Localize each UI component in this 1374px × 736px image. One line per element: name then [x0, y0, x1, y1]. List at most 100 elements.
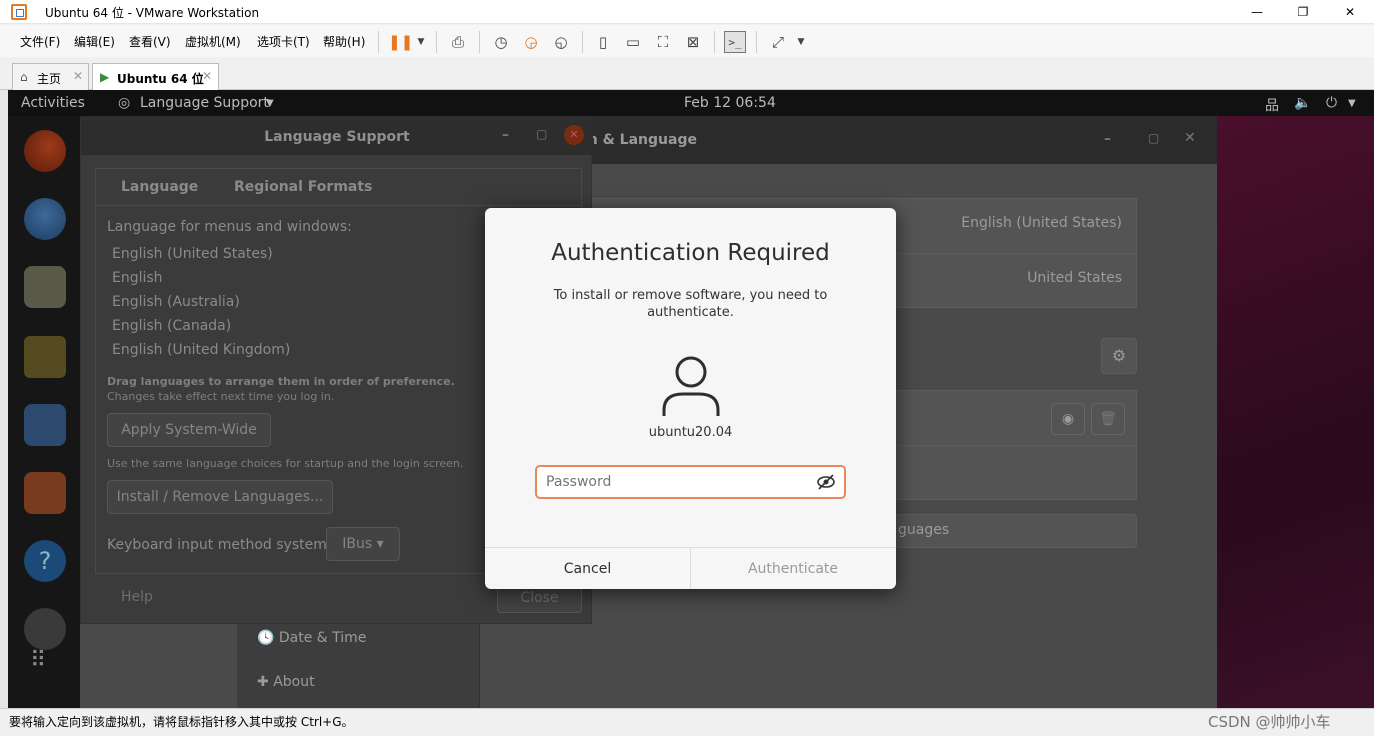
auth-title: Authentication Required: [551, 240, 830, 266]
hide-password-icon[interactable]: [816, 473, 836, 491]
language-support-title: Language Support: [264, 129, 410, 145]
rhythmbox-icon[interactable]: [24, 336, 66, 378]
vm-icon: ▶: [100, 70, 110, 84]
menu-view[interactable]: 查看(V): [129, 33, 171, 50]
auth-message: To install or remove software, you need …: [553, 288, 828, 320]
status-text: 要将输入定向到该虚拟机，请将鼠标指针移入其中或按 Ctrl+G。: [9, 715, 354, 729]
language-item[interactable]: English (United Kingdom): [112, 342, 290, 358]
watermark: CSDN @帅帅小车: [1208, 713, 1331, 731]
language-item[interactable]: English: [112, 270, 163, 286]
power-icon[interactable]: ⏻: [1326, 95, 1337, 111]
same-language-note: Use the same language choices for startu…: [107, 457, 464, 470]
minimize-button[interactable]: —: [1234, 0, 1280, 24]
tab-language[interactable]: Language: [121, 179, 198, 195]
user-icon: [662, 356, 720, 416]
system-menu-icon[interactable]: ▼: [1348, 98, 1356, 109]
fullscreen-icon[interactable]: ⛶: [652, 31, 674, 53]
tab-home-label: 主页: [37, 72, 62, 86]
vmware-title-bar: Ubuntu 64 位 - VMware Workstation — ❐ ✕: [0, 0, 1374, 24]
stretch-dropdown-icon[interactable]: ▼: [790, 31, 812, 53]
send-keys-icon[interactable]: ⎙: [447, 31, 469, 53]
tab-regional-formats[interactable]: Regional Formats: [234, 179, 372, 195]
maximize-icon[interactable]: ▢: [1148, 131, 1159, 145]
menu-edit[interactable]: 编辑(E): [74, 33, 115, 50]
minimize-icon[interactable]: –: [1104, 131, 1111, 147]
gnome-top-bar: Activities ◎ Language Support ▼ Feb 12 0…: [8, 90, 1374, 116]
eye-icon[interactable]: ◉: [1051, 403, 1085, 435]
close-button[interactable]: ✕: [1327, 0, 1373, 24]
tab-ubuntu-label: Ubuntu 64 位: [117, 72, 204, 86]
close-icon[interactable]: ✕: [564, 125, 584, 145]
files-icon[interactable]: [24, 266, 66, 308]
left-strip: [0, 90, 8, 708]
menu-vm[interactable]: 虚拟机(M): [185, 33, 241, 50]
volume-icon[interactable]: 🔈: [1294, 95, 1311, 111]
input-method-label: Keyboard input method system:: [107, 537, 332, 553]
stretch-icon[interactable]: ⤢: [767, 31, 789, 53]
close-icon[interactable]: ✕: [1184, 130, 1196, 146]
password-input[interactable]: [535, 465, 846, 499]
settings-icon[interactable]: [24, 608, 66, 650]
thumbnail-icon[interactable]: ▭: [622, 31, 644, 53]
apply-system-wide-button[interactable]: Apply System-Wide: [107, 413, 271, 447]
authenticate-button[interactable]: Authenticate: [690, 547, 896, 589]
maximize-icon[interactable]: ▢: [536, 127, 547, 141]
formats-value[interactable]: United States: [1027, 270, 1122, 286]
chevron-down-icon: ▼: [266, 98, 274, 109]
snapshot-manager-icon[interactable]: ◵: [550, 31, 572, 53]
cancel-button[interactable]: Cancel: [485, 547, 691, 589]
thunderbird-icon[interactable]: [24, 198, 66, 240]
sidebar-toggle-icon[interactable]: ▯: [592, 31, 614, 53]
chevron-down-icon[interactable]: ▼: [410, 31, 432, 53]
snapshot-icon[interactable]: ◷: [490, 31, 512, 53]
drag-note-2: Changes take effect next time you log in…: [107, 390, 335, 403]
install-remove-languages-button[interactable]: Install / Remove Languages...: [107, 480, 333, 514]
sidebar-item-date-time[interactable]: 🕓 Date & Time: [257, 630, 366, 646]
window-title: Ubuntu 64 位 - VMware Workstation: [45, 6, 260, 20]
auth-username: ubuntu20.04: [648, 425, 733, 440]
help-icon[interactable]: ?: [24, 540, 66, 582]
menu-file[interactable]: 文件(F): [20, 33, 60, 50]
app-menu[interactable]: Language Support: [140, 95, 269, 111]
writer-icon[interactable]: [24, 404, 66, 446]
language-support-header: Language Support – ▢ ✕: [81, 119, 593, 155]
auth-dialog: Authentication Required To install or re…: [485, 208, 896, 589]
firefox-icon[interactable]: [24, 130, 66, 172]
input-method-select[interactable]: IBus ▾: [326, 527, 400, 561]
drag-note: Drag languages to arrange them in order …: [107, 375, 455, 388]
pause-icon[interactable]: ❚❚: [388, 31, 413, 53]
activities-button[interactable]: Activities: [21, 95, 85, 111]
help-button[interactable]: Help: [121, 589, 153, 605]
vmware-status-bar: 要将输入定向到该虚拟机，请将鼠标指针移入其中或按 Ctrl+G。 CSDN @帅…: [0, 708, 1374, 736]
language-item[interactable]: English (Australia): [112, 294, 240, 310]
maximize-button[interactable]: ❐: [1280, 0, 1326, 24]
tab-close-icon[interactable]: ✕: [202, 69, 212, 83]
tab-home[interactable]: ⌂ 主页 ✕: [12, 63, 89, 90]
show-apps-icon[interactable]: ⠿: [30, 650, 62, 688]
minimize-icon[interactable]: –: [502, 127, 509, 143]
desktop-wallpaper: [1217, 116, 1374, 708]
globe-icon: ◎: [118, 95, 131, 111]
tab-close-icon[interactable]: ✕: [73, 69, 83, 83]
unity-icon[interactable]: ⊠: [682, 31, 704, 53]
trash-icon[interactable]: 🗑: [1091, 403, 1125, 435]
tab-bar: ⌂ 主页 ✕ ▶ Ubuntu 64 位 ✕: [0, 58, 1374, 90]
vmware-app-icon: [11, 4, 27, 20]
software-icon[interactable]: [24, 472, 66, 514]
language-item[interactable]: English (Canada): [112, 318, 231, 334]
menu-help[interactable]: 帮助(H): [323, 33, 365, 50]
gear-icon[interactable]: ⚙: [1101, 338, 1137, 374]
revert-snapshot-icon[interactable]: ◶: [520, 31, 542, 53]
home-icon: ⌂: [20, 70, 28, 84]
language-value[interactable]: English (United States): [961, 215, 1122, 231]
menu-tabs[interactable]: 选项卡(T): [257, 33, 310, 50]
console-icon[interactable]: >_: [724, 31, 746, 53]
menus-label: Language for menus and windows:: [107, 219, 352, 235]
tab-ubuntu[interactable]: ▶ Ubuntu 64 位 ✕: [92, 63, 219, 90]
vm-screen[interactable]: Activities ◎ Language Support ▼ Feb 12 0…: [8, 90, 1374, 708]
menu-toolbar: 文件(F) 编辑(E) 查看(V) 虚拟机(M) 选项卡(T) 帮助(H) ❚❚…: [0, 25, 1374, 57]
clock[interactable]: Feb 12 06:54: [684, 95, 776, 111]
sidebar-item-about[interactable]: ✚ About: [257, 674, 315, 690]
language-item[interactable]: English (United States): [112, 246, 273, 262]
network-icon[interactable]: 品: [1265, 95, 1279, 115]
